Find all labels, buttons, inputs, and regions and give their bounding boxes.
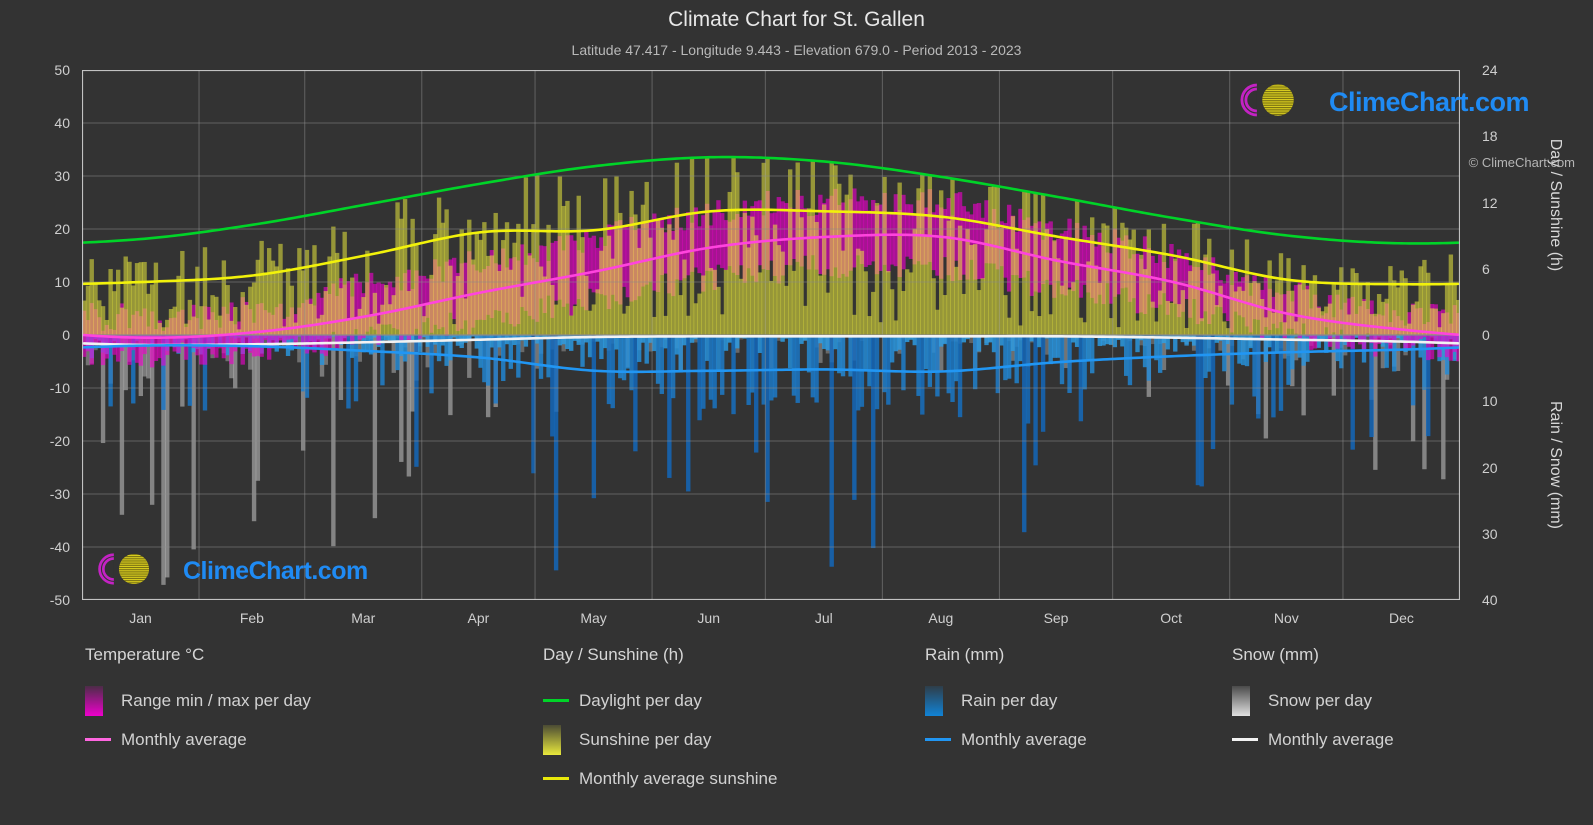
chart-legend: Temperature °C Range min / max per day Mon…: [0, 645, 1593, 825]
legend-swatch-box-icon: [543, 724, 579, 755]
x-tick-mar: Mar: [351, 610, 376, 626]
legend-item[interactable]: Monthly average: [925, 720, 1087, 759]
y-tick-left-10: 10: [54, 274, 70, 290]
legend-item[interactable]: Monthly average sunshine: [543, 759, 777, 798]
legend-item[interactable]: Daylight per day: [543, 681, 777, 720]
legend-group-title: Temperature °C: [85, 645, 205, 664]
x-tick-jun: Jun: [697, 610, 720, 626]
watermark-bottom-left: ClimeChart.com: [92, 548, 368, 595]
x-tick-sep: Sep: [1043, 610, 1069, 626]
legend-item-label: Daylight per day: [579, 690, 702, 710]
y-tick-rain-10: 10: [1482, 393, 1498, 410]
x-tick-jul: Jul: [814, 610, 833, 626]
x-tick-oct: Oct: [1160, 610, 1183, 626]
page-title: Climate Chart for St. Gallen: [668, 8, 925, 31]
x-tick-jan: Jan: [129, 610, 152, 626]
legend-swatch-line-icon: [543, 777, 579, 780]
y-tick-left--40: -40: [49, 539, 70, 555]
y-tick-day-12: 12: [1482, 194, 1498, 211]
watermark-text: ClimeChart.com: [183, 557, 368, 585]
climate-chart-page: Climate Chart for St. Gallen Latitude 47…: [0, 0, 1593, 825]
legend-group-snow-mm: Snow (mm) Snow per day Monthly average: [1232, 645, 1394, 759]
legend-group-title: Day / Sunshine (h): [543, 645, 684, 664]
page-subtitle: Latitude 47.417 - Longitude 9.443 - Elev…: [571, 42, 1022, 58]
legend-item-label: Monthly average: [961, 729, 1087, 749]
climechart-logo-icon: [1234, 78, 1322, 127]
y-tick-rain-30: 30: [1482, 525, 1498, 542]
y-tick-left--10: -10: [49, 380, 70, 396]
y-axis-right-bottom-title: Rain / Snow (mm): [1547, 400, 1564, 530]
legend-item[interactable]: Range min / max per day: [85, 681, 311, 720]
legend-swatch-box-icon: [1232, 685, 1268, 716]
x-tick-apr: Apr: [467, 610, 490, 626]
legend-item-label: Monthly average sunshine: [579, 768, 778, 788]
legend-item[interactable]: Snow per day: [1232, 681, 1394, 720]
y-tick-left-20: 20: [54, 221, 70, 237]
chart-svg: [82, 70, 1460, 600]
y-axis-left-title: Temperature °C: [0, 170, 1, 370]
legend-item-label: Rain per day: [961, 690, 1058, 710]
y-tick-left-50: 50: [54, 62, 70, 78]
y-tick-left-0: 0: [62, 327, 70, 343]
legend-item-label: Monthly average: [1268, 729, 1394, 749]
x-tick-may: May: [580, 610, 607, 626]
y-tick-rain-40: 40: [1482, 592, 1498, 608]
y-tick-left--30: -30: [49, 486, 70, 502]
y-tick-left--50: -50: [49, 592, 70, 608]
legend-swatch-box-icon: [85, 685, 121, 716]
y-tick-day-0: 0: [1482, 327, 1490, 343]
legend-item-label: Sunshine per day: [579, 729, 712, 749]
legend-group-title: Snow (mm): [1232, 645, 1319, 664]
legend-item[interactable]: Sunshine per day: [543, 720, 777, 759]
y-tick-left--20: -20: [49, 433, 70, 449]
legend-swatch-box-icon: [925, 685, 961, 716]
legend-group-day-sunshine-h: Day / Sunshine (h) Daylight per day Sunshi…: [543, 645, 777, 798]
legend-group-temperature-c: Temperature °C Range min / max per day Mon…: [85, 645, 311, 759]
x-tick-nov: Nov: [1273, 610, 1299, 626]
legend-group-title: Rain (mm): [925, 645, 1005, 664]
watermark-top-right: ClimeChart.com: [1234, 78, 1530, 127]
x-tick-aug: Aug: [928, 610, 954, 626]
legend-item[interactable]: Rain per day: [925, 681, 1087, 720]
y-tick-day-24: 24: [1482, 62, 1498, 78]
copyright-notice: © ClimeChart.com: [1468, 155, 1575, 170]
y-tick-day-18: 18: [1482, 128, 1498, 145]
legend-swatch-line-icon: [925, 738, 961, 741]
chart-plot-area[interactable]: [82, 70, 1460, 600]
legend-item-label: Range min / max per day: [121, 690, 311, 710]
watermark-text: ClimeChart.com: [1329, 87, 1530, 117]
legend-item-label: Snow per day: [1268, 690, 1372, 710]
legend-item-label: Monthly average: [121, 729, 247, 749]
y-axis-right-top-title: Day / Sunshine (h): [1547, 138, 1564, 272]
y-tick-left-40: 40: [54, 115, 70, 131]
legend-item[interactable]: Monthly average: [85, 720, 311, 759]
y-tick-left-30: 30: [54, 168, 70, 184]
x-tick-feb: Feb: [239, 610, 264, 626]
climechart-logo-icon: [92, 548, 176, 595]
y-tick-rain-20: 20: [1482, 459, 1498, 476]
legend-group-rain-mm: Rain (mm) Rain per day Monthly average: [925, 645, 1087, 759]
y-tick-day-6: 6: [1482, 260, 1490, 277]
x-tick-dec: Dec: [1389, 610, 1414, 626]
legend-swatch-line-icon: [543, 699, 579, 702]
legend-item[interactable]: Monthly average: [1232, 720, 1394, 759]
legend-swatch-line-icon: [85, 738, 121, 741]
legend-swatch-line-icon: [1232, 738, 1268, 741]
